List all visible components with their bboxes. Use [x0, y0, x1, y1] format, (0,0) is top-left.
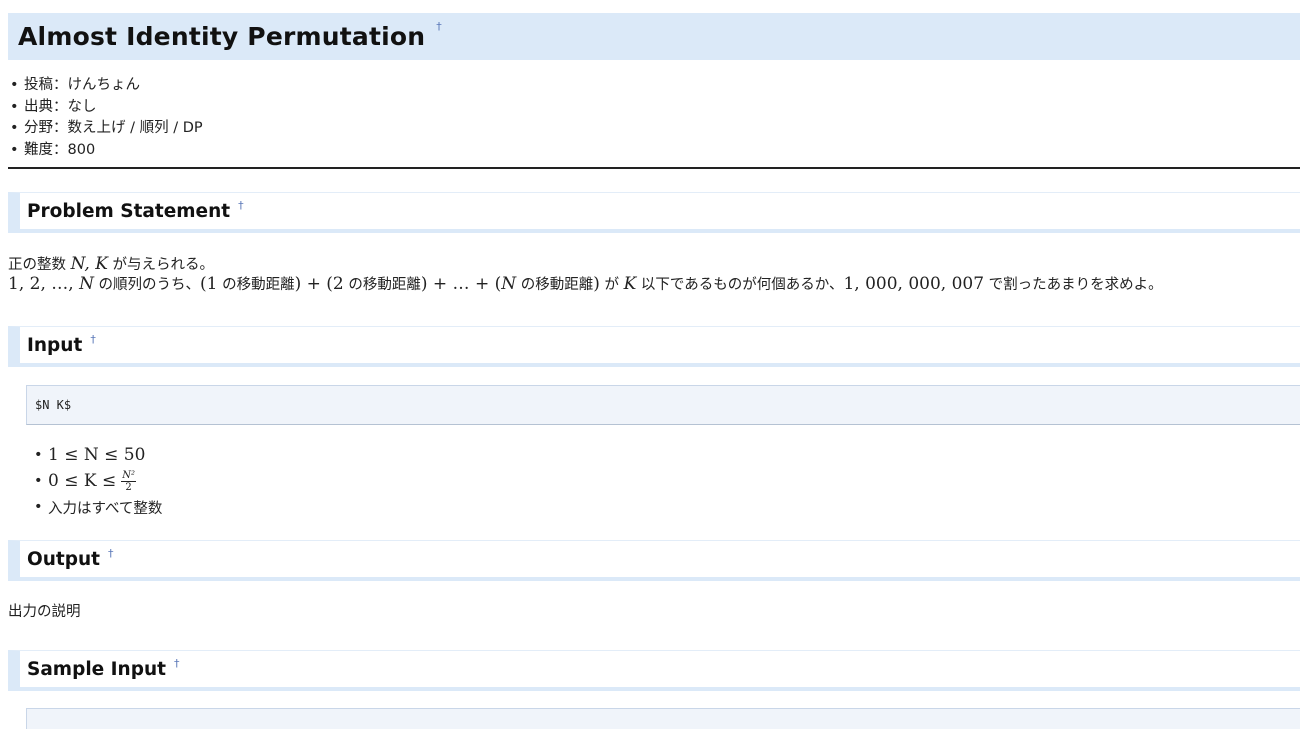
problem-text: の順列のうち、 [93, 277, 201, 293]
constraint-k: 0 ≤ K ≤ N² 2 [48, 468, 162, 494]
problem-text: が [599, 277, 624, 293]
input-format-block: $N K$ [26, 385, 1300, 425]
constraint-integers: 入力はすべて整数 [48, 494, 163, 520]
math-term: ) + … + ( [420, 274, 502, 294]
math-term: ) + (2 [294, 274, 344, 294]
problem-text: の移動距離 [516, 277, 594, 293]
problem-text: の移動距離 [217, 277, 295, 293]
constraint-k-math: 0 ≤ K ≤ [48, 471, 117, 491]
math-seq: 1, 2, …, [8, 274, 80, 294]
section-heading-sample-input: Sample Input † [8, 650, 1300, 691]
meta-item-source: 出典：なし [24, 97, 203, 119]
section-heading-problem: Problem Statement † [8, 192, 1300, 233]
sample-input-anchor-link[interactable]: † [174, 657, 180, 670]
problem-line-1: 正の整数 N, K が与えられる。 [8, 253, 214, 274]
section-title-output: Output [27, 548, 100, 570]
sample-input-block [26, 708, 1300, 729]
page-title: Almost Identity Permutation [18, 22, 426, 51]
math-modulus: 1, 000, 000, 007 [843, 274, 985, 294]
constraint-n: 1 ≤ N ≤ 50 [48, 442, 162, 468]
section-title-input: Input [27, 334, 83, 356]
section-heading-output: Output † [8, 540, 1300, 581]
output-description: 出力の説明 [8, 604, 81, 620]
math-term: (1 [200, 274, 218, 294]
meta-item-category: 分野：数え上げ / 順列 / DP [24, 118, 203, 140]
problem-text: で割ったあまりを求めよ。 [984, 277, 1163, 293]
problem-text: 正の整数 [8, 257, 71, 273]
math-n: N [501, 274, 517, 294]
fraction-numerator: N² [121, 469, 136, 482]
output-anchor-link[interactable]: † [108, 547, 114, 560]
math-k: K [623, 274, 637, 294]
constraint-n-math: 1 ≤ N ≤ 50 [48, 445, 146, 465]
page-title-bar: Almost Identity Permutation † [8, 13, 1300, 60]
math-term: ) [593, 274, 600, 294]
constraints-list: 1 ≤ N ≤ 50 0 ≤ K ≤ N² 2 入力はすべて整数 [48, 442, 163, 520]
problem-text: 以下であるものが何個あるか、 [636, 277, 844, 293]
meta-list: 投稿：けんちょん 出典：なし 分野：数え上げ / 順列 / DP 難度：800 [24, 75, 203, 162]
fraction: N² 2 [121, 470, 136, 493]
meta-item-difficulty: 難度：800 [24, 140, 203, 162]
input-format-text: $N K$ [35, 398, 72, 412]
problem-line-2: 1, 2, …, N の順列のうち、(1 の移動距離) + (2 の移動距離) … [8, 273, 1163, 294]
meta-item-poster: 投稿：けんちょん [24, 75, 203, 97]
input-anchor-link[interactable]: † [90, 333, 96, 346]
section-heading-input: Input † [8, 326, 1300, 367]
problem-text: が与えられる。 [107, 257, 215, 273]
problem-anchor-link[interactable]: † [238, 199, 244, 212]
fraction-denominator: 2 [125, 481, 132, 493]
math-nk: N, K [70, 254, 108, 274]
section-title-sample-input: Sample Input [27, 658, 166, 680]
constraint-integers-text: 入力はすべて整数 [48, 500, 163, 517]
math-n: N [79, 274, 94, 294]
divider [8, 167, 1300, 169]
problem-text: の移動距離 [343, 277, 421, 293]
section-title-problem: Problem Statement [27, 200, 231, 222]
title-anchor-link[interactable]: † [436, 20, 442, 33]
